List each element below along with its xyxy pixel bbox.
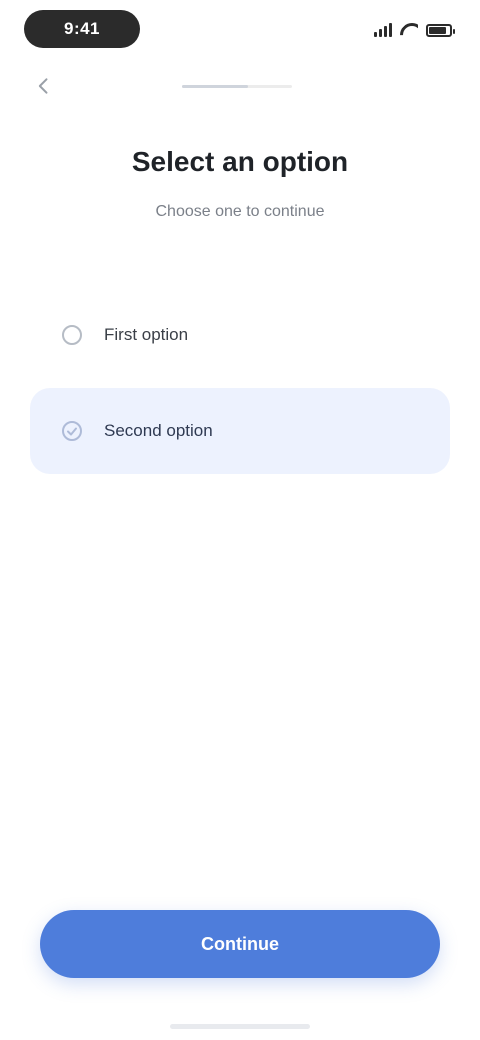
nav-row	[0, 64, 480, 108]
wifi-icon	[400, 23, 418, 37]
status-icons	[374, 20, 455, 40]
battery-icon	[426, 23, 455, 37]
status-bar: 9:41	[0, 0, 480, 64]
page-subtitle: Choose one to continue	[155, 203, 325, 220]
home-indicator	[170, 1024, 310, 1029]
signal-icon	[374, 23, 392, 37]
page-title: Select an option	[131, 146, 349, 177]
circle-icon	[58, 321, 86, 349]
check-circle-icon	[58, 417, 86, 445]
option-label: Second option	[104, 421, 213, 440]
continue-button[interactable]: Continue	[40, 910, 440, 978]
options-list: First option Second option	[30, 292, 450, 484]
status-time-pill: 9:41	[24, 10, 140, 48]
option-item-1[interactable]: First option	[30, 292, 450, 378]
option-item-2[interactable]: Second option	[30, 388, 450, 474]
option-label: First option	[104, 325, 189, 344]
status-time: 9:41	[63, 19, 101, 38]
back-button[interactable]	[30, 72, 58, 100]
chevron-left-icon	[38, 78, 48, 94]
progress-fill	[182, 84, 248, 88]
progress-indicator	[160, 76, 320, 96]
progress-track	[182, 84, 292, 88]
screen: 9:41 Select an option Choose one to cont…	[0, 0, 480, 1040]
